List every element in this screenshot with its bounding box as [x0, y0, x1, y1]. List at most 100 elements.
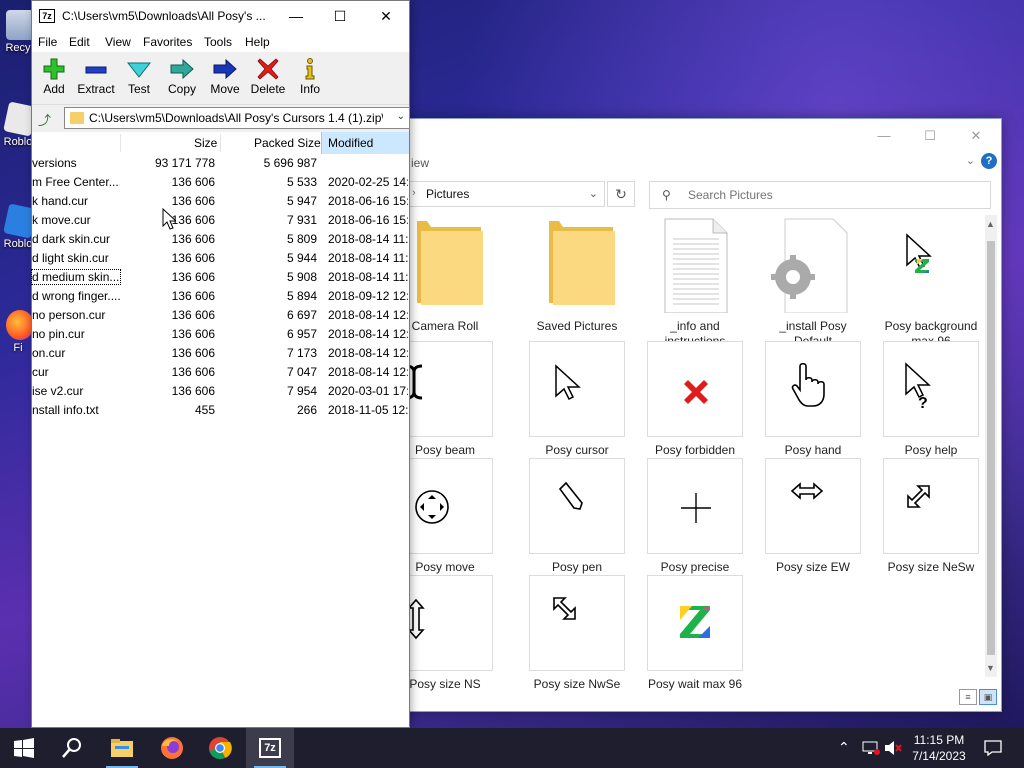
file-list[interactable]: Size Packed Size Modified versions 93 171… [31, 132, 409, 727]
folder-icon [417, 221, 483, 305]
file-tile[interactable]: Posy size NwSe [529, 575, 625, 692]
table-row[interactable]: d dark skin.cur 136 606 5 809 2018-08-14 11… [32, 230, 409, 249]
extract-button[interactable]: Extract [74, 56, 118, 96]
toolbar-label: Add [43, 82, 65, 96]
file-tile[interactable]: Posy cursor [529, 341, 625, 458]
taskbar-7zip[interactable]: 7z [246, 728, 294, 768]
7zip-title-bar[interactable]: 7z C:\Users\vm5\Downloads\All Posy's ...… [32, 1, 409, 32]
file-tile[interactable]: Camera Roll [397, 217, 493, 334]
menu-file[interactable]: File [38, 35, 57, 49]
modified-cell: 2018-08-14 11:5 [328, 251, 408, 265]
maximize-icon[interactable]: ☐ [907, 125, 953, 147]
file-tile[interactable]: Posy background max 96 [883, 217, 979, 349]
chevron-down-icon[interactable]: ⌄ [966, 154, 975, 167]
table-row[interactable]: k move.cur 136 606 7 931 2018-06-16 15:2 [32, 211, 409, 230]
file-tile[interactable]: Saved Pictures [529, 217, 625, 334]
file-tile[interactable]: Posy forbidden [647, 341, 743, 458]
minimize-icon[interactable]: — [861, 125, 907, 147]
large-icons-view-icon[interactable]: ▣ [979, 689, 997, 705]
close-icon[interactable]: ✕ [953, 125, 999, 147]
ribbon-tab-view[interactable]: iew [411, 156, 429, 170]
taskbar-firefox[interactable] [148, 728, 196, 768]
file-tile[interactable]: Posy precise [647, 458, 743, 575]
search-box[interactable]: ⚲ [649, 181, 991, 209]
column-separator[interactable] [220, 134, 221, 152]
file-name-cell: ise v2.cur [32, 384, 84, 398]
modified-cell: 2018-08-14 12:3 [328, 308, 408, 322]
column-separator[interactable] [120, 134, 121, 152]
file-tile[interactable]: Posy move [397, 458, 493, 575]
size-cell: 136 606 [171, 289, 215, 303]
start-button[interactable] [0, 728, 48, 768]
table-row[interactable]: d light skin.cur 136 606 5 944 2018-08-14 1… [32, 249, 409, 268]
file-tile[interactable]: Posy beam [397, 341, 493, 458]
scroll-down-icon[interactable]: ▼ [986, 663, 995, 673]
table-row[interactable]: no pin.cur 136 606 6 957 2018-08-14 12:3 [32, 325, 409, 344]
size-cell: 136 606 [171, 270, 215, 284]
file-tile[interactable]: _info and instructions [647, 217, 743, 349]
file-thumbnail [397, 217, 493, 313]
taskbar-chrome[interactable] [196, 728, 244, 768]
help-icon[interactable]: ? [981, 153, 997, 169]
search-input[interactable] [688, 187, 978, 203]
table-row[interactable]: d wrong finger.... 136 606 5 894 2018-09-12… [32, 287, 409, 306]
file-tile[interactable]: Posy hand [765, 341, 861, 458]
chevron-right-icon[interactable]: › [412, 187, 416, 199]
close-icon[interactable]: ✕ [364, 5, 408, 27]
table-row[interactable]: versions 93 171 778 5 696 987 [32, 154, 409, 173]
hand-cursor-icon [791, 362, 825, 407]
menu-favorites[interactable]: Favorites [143, 35, 192, 49]
copy-button[interactable]: Copy [160, 56, 204, 96]
column-size[interactable]: Size [194, 136, 217, 150]
scrollbar-thumb[interactable] [987, 241, 995, 655]
search-button[interactable] [48, 728, 96, 768]
menu-tools[interactable]: Tools [204, 35, 232, 49]
table-row[interactable]: no person.cur 136 606 6 697 2018-08-14 12:3 [32, 306, 409, 325]
move-button[interactable]: Move [203, 56, 247, 96]
minimize-icon[interactable]: — [274, 5, 318, 27]
file-tile[interactable]: _install Posy Default [765, 217, 861, 349]
details-view-icon[interactable]: ≡ [959, 689, 977, 705]
column-modified[interactable]: Modified [328, 136, 373, 150]
table-row[interactable]: on.cur 136 606 7 173 2018-08-14 12:3 [32, 344, 409, 363]
file-tile[interactable]: ? Posy help [883, 341, 979, 458]
info-button[interactable]: Info [288, 56, 332, 96]
explorer-ribbon: iew ⌄ ? [381, 151, 1001, 177]
file-tile[interactable]: Posy pen [529, 458, 625, 575]
file-thumbnail [765, 458, 861, 554]
test-button[interactable]: Test [117, 56, 161, 96]
chevron-down-icon[interactable]: ⌄ [589, 187, 598, 200]
column-packed-size[interactable]: Packed Size [254, 136, 321, 150]
table-row[interactable]: m Free Center.... 136 606 5 533 2020-02-25 … [32, 173, 409, 192]
file-tile[interactable]: Posy wait max 96 [647, 575, 743, 692]
up-folder-icon[interactable]: ⤴ [38, 110, 54, 128]
file-explorer-window[interactable]: — ☐ ✕ iew ⌄ ? › Pictures ⌄ ↻ ⚲ Camera Ro… [380, 118, 1002, 712]
delete-button[interactable]: Delete [246, 56, 290, 96]
size-cell: 136 606 [171, 251, 215, 265]
menu-edit[interactable]: Edit [69, 35, 90, 49]
size-cell: 136 606 [171, 346, 215, 360]
chevron-down-icon[interactable]: ⌄ [397, 111, 405, 122]
file-label: Posy size NeSw [887, 560, 975, 574]
scroll-up-icon[interactable]: ▲ [986, 219, 995, 229]
add-button[interactable]: Add [32, 56, 76, 96]
table-row[interactable]: d medium skin.... 136 606 5 908 2018-08-14 … [31, 268, 409, 287]
refresh-button[interactable]: ↻ [607, 181, 635, 207]
file-tile[interactable]: Posy size EW [765, 458, 861, 575]
taskbar-file-explorer[interactable] [98, 728, 146, 768]
explorer-title-bar[interactable]: — ☐ ✕ [381, 119, 1001, 151]
path-combobox[interactable]: C:\Users\vm5\Downloads\All Posy's Cursor… [64, 107, 410, 129]
7zip-window[interactable]: 7z C:\Users\vm5\Downloads\All Posy's ...… [31, 0, 410, 728]
table-row[interactable]: nstall info.txt 455 266 2018-11-05 12:1 [32, 401, 409, 420]
menu-view[interactable]: View [105, 35, 131, 49]
table-row[interactable]: ise v2.cur 136 606 7 954 2020-03-01 17:3 [32, 382, 409, 401]
system-clock[interactable]: 11:15 PM 7/14/2023 [906, 732, 972, 764]
file-tile[interactable]: Posy size NeSw [883, 458, 979, 575]
table-row[interactable]: k hand.cur 136 606 5 947 2018-06-16 15:3 [32, 192, 409, 211]
file-tile[interactable]: Posy size NS [397, 575, 493, 692]
vertical-scrollbar[interactable]: ▲ ▼ [985, 215, 997, 677]
menu-help[interactable]: Help [245, 35, 270, 49]
address-bar[interactable]: › Pictures ⌄ [409, 181, 605, 207]
table-row[interactable]: cur 136 606 7 047 2018-08-14 12:3 [32, 363, 409, 382]
maximize-icon[interactable]: ☐ [318, 5, 362, 27]
